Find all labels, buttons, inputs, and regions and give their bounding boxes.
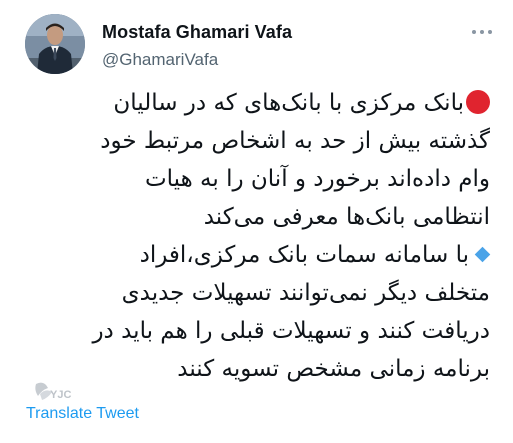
- tweet-line-5: با سامانه سمات بانک مرکزی،افراد: [10, 236, 491, 274]
- dot: [472, 30, 476, 34]
- red-circle-icon: [466, 90, 490, 114]
- tweet-line-1: بانک مرکزی با بانک‌های که در سالیان: [10, 84, 490, 122]
- tweet-line-2: گذشته بیش از حد به اشخاص مرتبط خود: [100, 128, 490, 154]
- tweet-line-7: دریافت کنند و تسهیلات قبلی را هم باید در: [92, 318, 490, 344]
- dot: [480, 30, 484, 34]
- translate-tweet-link[interactable]: Translate Tweet: [26, 405, 139, 423]
- tweet-line-4: انتظامی بانک‌ها معرفی می‌کند: [203, 204, 490, 230]
- user-handle[interactable]: @GhamariVafa: [102, 50, 218, 70]
- avatar[interactable]: [25, 14, 85, 74]
- tweet-text: بانک مرکزی با بانک‌های که در سالیان گذشت…: [10, 84, 491, 388]
- tweet-line-text: بانک مرکزی با بانک‌های که در سالیان: [113, 90, 464, 116]
- tweet-line-3: وام داده‌اند برخورد و آنان را به هیات: [145, 166, 490, 192]
- display-name[interactable]: Mostafa Ghamari Vafa: [102, 22, 292, 43]
- tweet-line-8: برنامه زمانی مشخص تسویه کنند: [177, 356, 490, 382]
- svg-text:YJC: YJC: [50, 389, 71, 401]
- profile-photo-icon: [25, 14, 85, 74]
- tweet-line-text: با سامانه سمات بانک مرکزی،افراد: [139, 242, 469, 268]
- dot: [488, 30, 492, 34]
- more-dots-icon[interactable]: [472, 26, 498, 38]
- tweet-line-6: متخلف دیگر نمی‌توانند تسهیلات جدیدی: [121, 280, 490, 306]
- blue-diamond-icon: [474, 246, 491, 263]
